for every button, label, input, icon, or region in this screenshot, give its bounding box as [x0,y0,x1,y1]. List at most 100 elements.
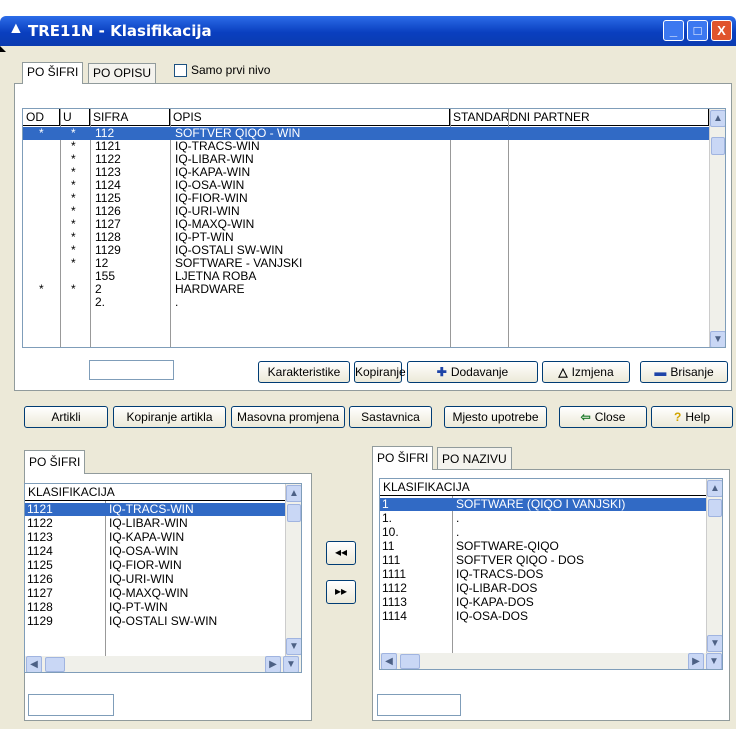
col-od-header[interactable]: OD [23,109,60,126]
left-list-header[interactable]: KLASIFIKACIJA [25,484,285,501]
search-input[interactable] [89,360,174,380]
cell-code: 11 [382,539,395,553]
kopiranje-artikla-button[interactable]: Kopiranje artikla [113,406,226,428]
list-item[interactable]: 1114 IQ-OSA-DOS [380,610,706,623]
move-left-button[interactable]: ◂◂ [326,541,356,565]
scroll-up-icon[interactable]: ▲ [286,485,301,502]
maximize-button[interactable]: □ [687,20,708,41]
scroll-right-icon[interactable]: ▶ [265,656,281,672]
table-row[interactable]: * 1124 IQ-OSA-WIN [23,179,709,192]
list-item[interactable]: 1121 IQ-TRACS-WIN [25,503,285,516]
move-right-button[interactable]: ▸▸ [326,580,356,604]
question-icon: ? [673,410,682,424]
dodavanje-button[interactable]: ✚ Dodavanje [407,361,538,383]
table-row[interactable]: * * 2 HARDWARE [23,283,709,296]
table-row[interactable]: 2.. [23,296,709,309]
list-item[interactable]: 11 SOFTWARE-QIQO [380,540,706,553]
left-list-vscroll[interactable]: ▲ ▼ [285,484,301,656]
list-item[interactable]: 1111 IQ-TRACS-DOS [380,568,706,581]
table-row[interactable]: * 1129 IQ-OSTALI SW-WIN [23,244,709,257]
table-row[interactable]: * 1122 IQ-LIBAR-WIN [23,153,709,166]
table-row[interactable]: 155 LJETNA ROBA [23,270,709,283]
minimize-button[interactable]: _ [663,20,684,41]
scroll-down-icon[interactable]: ▼ [710,331,725,347]
list-item[interactable]: 1 SOFTWARE (QIQO I VANJSKI) [380,498,706,511]
close-window-button[interactable]: X [711,20,732,41]
col-u-header[interactable]: U [60,109,90,126]
scroll-right-icon[interactable]: ▶ [688,653,704,669]
scroll-thumb[interactable] [287,504,301,522]
tab-left-po-sifri[interactable]: PO ŠIFRI [24,450,86,474]
artikli-button[interactable]: Artikli [24,406,108,428]
masovna-promjena-button[interactable]: Masovna promjena [231,406,345,428]
list-item[interactable]: 1122 IQ-LIBAR-WIN [25,517,285,530]
table-row[interactable]: * * 112 SOFTVER QIQO - WIN [23,127,709,140]
table-row[interactable]: * 1128 IQ-PT-WIN [23,231,709,244]
tab-right-po-sifri[interactable]: PO ŠIFRI [372,446,434,470]
cell-u: * [71,282,76,296]
col-partner-header[interactable]: STANDARDNI PARTNER [450,109,709,126]
main-grid-scrollbar[interactable]: ▲ ▼ [709,109,725,347]
window-title: TRE11N - Klasifikacija [28,22,212,40]
list-item[interactable]: 1125 IQ-FIOR-WIN [25,559,285,572]
scroll-down-icon[interactable]: ▼ [283,656,299,672]
list-item[interactable]: 1127 IQ-MAXQ-WIN [25,587,285,600]
table-row[interactable]: * 12 SOFTWARE - VANJSKI [23,257,709,270]
col-sifra-header[interactable]: SIFRA [90,109,170,126]
exit-door-icon: ⇦ [580,410,591,424]
tab-po-sifri[interactable]: PO ŠIFRI [22,62,84,84]
tab-po-opisu[interactable]: PO OPISU [88,63,157,83]
list-item[interactable]: 1126 IQ-URI-WIN [25,573,285,586]
table-row[interactable]: * 1121 IQ-TRACS-WIN [23,140,709,153]
kopiranje-button[interactable]: Kopiranje [354,361,406,383]
cell-code: 111 [382,553,401,567]
right-list-header[interactable]: KLASIFIKACIJA [380,479,706,496]
table-row[interactable]: * 1126 IQ-URI-WIN [23,205,709,218]
list-item[interactable]: 1129 IQ-OSTALI SW-WIN [25,615,285,628]
list-item[interactable]: 1124 IQ-OSA-WIN [25,545,285,558]
scroll-thumb[interactable] [45,657,65,672]
table-row[interactable]: * 1125 IQ-FIOR-WIN [23,192,709,205]
brisanje-button[interactable]: ▬ Brisanje [640,361,728,383]
scroll-up-icon[interactable]: ▲ [710,110,725,127]
tab-right-po-nazivu[interactable]: PO NAZIVU [437,447,512,470]
col-opis-header[interactable]: OPIS [170,109,450,126]
main-grid[interactable]: OD U SIFRA OPIS STANDARDNI PARTNER * * 112… [22,108,726,348]
scroll-down-icon[interactable]: ▼ [286,638,301,655]
list-item[interactable]: 1.. [380,512,706,525]
right-list[interactable]: KLASIFIKACIJA 1 SOFTWARE (QIQO I VANJSKI)… [379,478,723,670]
minus-icon: ▬ [654,365,667,379]
scroll-thumb[interactable] [400,654,420,669]
left-list[interactable]: KLASIFIKACIJA 1121 IQ-TRACS-WIN 1122 IQ-LIB… [24,483,302,673]
close-button[interactable]: ⇦ Close [559,406,647,428]
list-item[interactable]: 111 SOFTVER QIQO - DOS [380,554,706,567]
cell-code: 1126 [27,572,53,586]
scroll-down-icon[interactable]: ▼ [706,653,722,669]
izmjena-button[interactable]: △ Izmjena [542,361,630,383]
karakteristike-button[interactable]: Karakteristike [258,361,350,383]
right-list-hscroll[interactable]: ◀ ▶ ▼ [380,653,722,669]
list-item[interactable]: 10.. [380,526,706,539]
list-item[interactable]: 1123 IQ-KAPA-WIN [25,531,285,544]
list-item[interactable]: 1112 IQ-LIBAR-DOS [380,582,706,595]
scroll-thumb[interactable] [708,499,722,517]
table-row[interactable]: * 1127 IQ-MAXQ-WIN [23,218,709,231]
left-search-input[interactable] [28,694,114,716]
sastavnica-button[interactable]: Sastavnica [349,406,432,428]
scroll-left-icon[interactable]: ◀ [381,653,397,669]
table-row[interactable]: * 1123 IQ-KAPA-WIN [23,166,709,179]
help-button[interactable]: ? Help [651,406,733,428]
scroll-left-icon[interactable]: ◀ [26,656,42,672]
left-list-hscroll[interactable]: ◀ ▶ ▼ [25,656,301,672]
mjesto-upotrebe-button[interactable]: Mjesto upotrebe [444,406,547,428]
right-list-vscroll[interactable]: ▲ ▼ [706,479,722,653]
samo-prvi-nivo-checkbox[interactable] [174,64,187,77]
cell-name: IQ-KAPA-WIN [109,530,185,544]
scroll-up-icon[interactable]: ▲ [707,480,722,497]
dodavanje-label: Dodavanje [450,365,509,379]
scroll-thumb[interactable] [711,137,725,155]
scroll-down-icon[interactable]: ▼ [707,635,722,652]
list-item[interactable]: 1113 IQ-KAPA-DOS [380,596,706,609]
right-search-input[interactable] [377,694,461,716]
list-item[interactable]: 1128 IQ-PT-WIN [25,601,285,614]
